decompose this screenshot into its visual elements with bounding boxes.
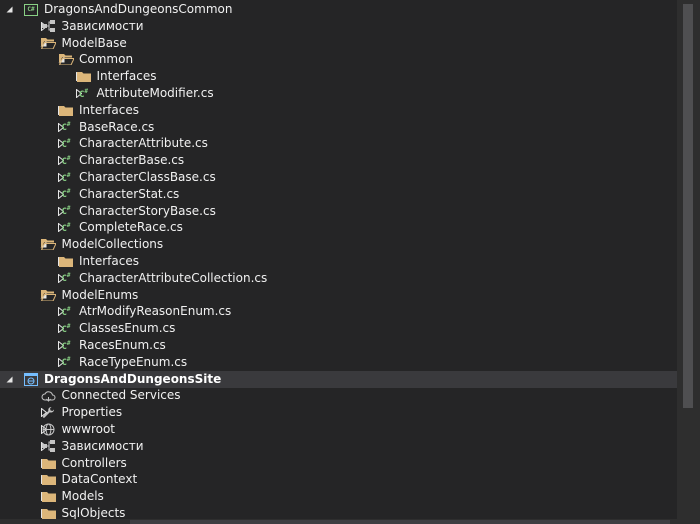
tree-item[interactable]: Interfaces	[0, 253, 677, 270]
csharp-file-icon: C#	[61, 154, 71, 167]
tree-item-label: CompleteRace.cs	[79, 220, 183, 235]
tree-item-label: AtrModifyReasonEnum.cs	[79, 304, 232, 319]
tree-item-label: Interfaces	[79, 102, 139, 117]
tree-item-label: CharacterBase.cs	[79, 153, 185, 168]
tree-item[interactable]: Controllers	[0, 455, 677, 472]
folder-open-icon	[41, 35, 57, 52]
csharp-file-icon: C#	[61, 205, 71, 218]
folder-open-icon	[41, 287, 57, 304]
folder-icon	[58, 102, 74, 119]
vertical-scrollbar[interactable]	[677, 0, 700, 524]
tree-item-label: DragonsAndDungeonsCommon	[44, 2, 233, 16]
connected-services-icon	[41, 387, 57, 404]
tree-item[interactable]: C# DragonsAndDungeonsCommon	[0, 1, 677, 18]
tree-item[interactable]: C# RaceTypeEnum.cs	[0, 354, 677, 371]
tree-item[interactable]: wwwroot	[0, 421, 677, 438]
folder-icon	[58, 253, 74, 270]
tree-item-label: Interfaces	[96, 69, 157, 84]
csharp-file-icon: C#	[78, 87, 89, 100]
tree-item[interactable]: ModelBase	[0, 35, 677, 52]
tree-item[interactable]: C# CharacterBase.cs	[0, 152, 677, 169]
tree-item[interactable]: C# AttributeModifier.cs	[0, 85, 677, 102]
tree-item-label: ClassesEnum.cs	[79, 321, 176, 336]
csharp-project-icon: C#	[23, 1, 39, 18]
tree-item[interactable]: Interfaces	[0, 68, 677, 85]
folder-icon	[41, 455, 57, 472]
tree-item[interactable]: C# CharacterAttribute.cs	[0, 135, 677, 152]
tree-item[interactable]: C# RacesEnum.cs	[0, 337, 677, 354]
tree-item-label: CharacterAttributeCollection.cs	[79, 270, 268, 285]
tree-item[interactable]: Properties	[0, 404, 677, 421]
tree-item-label: Common	[79, 52, 134, 67]
csharp-file-icon: C#	[61, 137, 71, 150]
tree-item[interactable]: DragonsAndDungeonsSite	[0, 370, 677, 388]
csharp-file-icon: C#	[61, 356, 71, 369]
tree-item-label: wwwroot	[61, 422, 116, 436]
expanded-arrow-icon[interactable]	[4, 1, 14, 18]
folder-icon	[76, 68, 92, 85]
tree-item[interactable]: Зависимости	[0, 438, 677, 455]
csharp-file-icon: C#	[61, 188, 71, 201]
solution-explorer-tree: C# DragonsAndDungeonsCommon Зависимости Mod…	[0, 0, 677, 524]
tree-item[interactable]: C# CharacterStoryBase.cs	[0, 203, 677, 220]
tree-item[interactable]: C# BaseRace.cs	[0, 119, 677, 136]
tree-item[interactable]: C# CharacterStat.cs	[0, 186, 677, 203]
folder-icon	[41, 471, 57, 488]
tree-item-label: RaceTypeEnum.cs	[79, 354, 188, 369]
globe-icon	[41, 421, 57, 438]
tree-item[interactable]: ModelEnums	[0, 287, 677, 304]
expanded-arrow-icon[interactable]	[4, 371, 14, 388]
tree-item-label: Properties	[61, 405, 123, 420]
csharp-file-icon: C#	[61, 171, 71, 184]
web-project-icon	[23, 371, 39, 388]
folder-icon	[41, 488, 57, 505]
tree-item[interactable]: Interfaces	[0, 102, 677, 119]
csharp-file-icon: C#	[61, 322, 71, 335]
tree-item-label: ModelCollections	[61, 237, 164, 252]
tree-item[interactable]: C# CharacterAttributeCollection.cs	[0, 270, 677, 287]
csharp-file-icon: C#	[61, 339, 71, 352]
tree-item[interactable]: DataContext	[0, 471, 677, 488]
tree-item-label: AttributeModifier.cs	[96, 86, 214, 100]
dependencies-icon	[41, 438, 57, 455]
tree-item-label: Connected Services	[61, 388, 181, 403]
tree-item-label: Controllers	[61, 455, 127, 470]
tree-item-label: RacesEnum.cs	[79, 338, 166, 352]
csharp-file-icon: C#	[61, 305, 71, 318]
folder-open-icon	[58, 51, 74, 68]
horizontal-scroll-thumb[interactable]	[130, 520, 670, 524]
tree-item-label: CharacterClassBase.cs	[79, 170, 216, 184]
tree-item[interactable]: Models	[0, 488, 677, 505]
dependencies-icon	[41, 18, 57, 35]
folder-open-icon	[41, 236, 57, 253]
tree-item-label: CharacterStat.cs	[79, 186, 180, 201]
wrench-icon	[41, 404, 57, 421]
tree-item-label: CharacterStoryBase.cs	[79, 203, 216, 218]
tree-item-label: ModelBase	[61, 35, 127, 50]
tree-item-label: ModelEnums	[61, 287, 139, 302]
csharp-file-icon: C#	[61, 221, 71, 234]
tree-item-label: CharacterAttribute.cs	[79, 136, 208, 151]
tree-item[interactable]: ModelCollections	[0, 236, 677, 253]
tree-item[interactable]: Зависимости	[0, 18, 677, 35]
tree-item[interactable]: C# AtrModifyReasonEnum.cs	[0, 303, 677, 320]
tree-item-label: Interfaces	[79, 254, 139, 268]
tree-item-label: Зависимости	[61, 18, 144, 33]
tree-item[interactable]: C# CompleteRace.cs	[0, 219, 677, 236]
csharp-file-icon: C#	[61, 272, 71, 285]
horizontal-scrollbar[interactable]	[0, 519, 677, 524]
tree-item-label: BaseRace.cs	[79, 119, 155, 134]
tree-item[interactable]: Connected Services	[0, 387, 677, 404]
tree-item-label: Зависимости	[61, 438, 144, 453]
tree-item[interactable]: Common	[0, 51, 677, 68]
tree-item[interactable]: C# CharacterClassBase.cs	[0, 169, 677, 186]
tree-item-label: DragonsAndDungeonsSite	[44, 371, 222, 386]
tree-item-label: DataContext	[61, 472, 138, 487]
vertical-scroll-thumb[interactable]	[683, 4, 693, 408]
tree-item-label: Models	[61, 489, 104, 504]
tree-item[interactable]: C# ClassesEnum.cs	[0, 320, 677, 337]
csharp-file-icon: C#	[61, 121, 71, 134]
